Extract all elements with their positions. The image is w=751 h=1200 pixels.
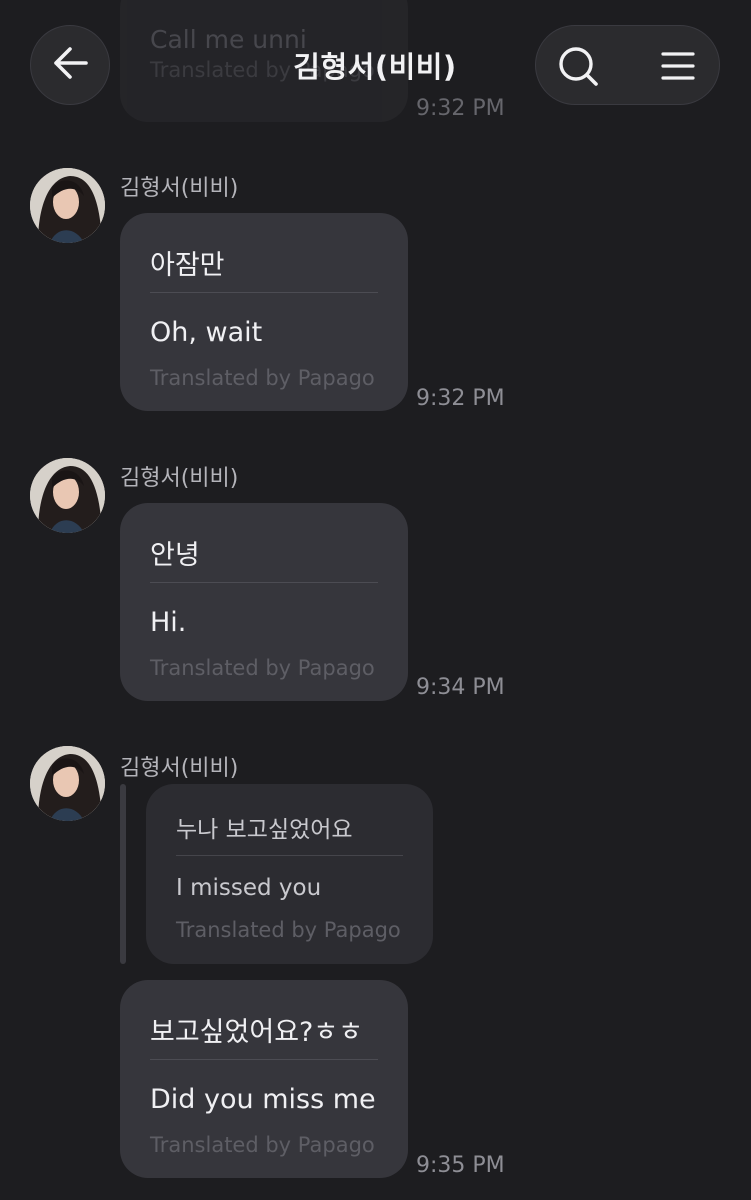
quoted-translated-text: I missed you [176, 875, 322, 901]
menu-icon[interactable] [657, 45, 699, 87]
quoted-original-text: 누나 보고싶었어요 [176, 817, 353, 843]
arrow-left-icon [50, 43, 90, 87]
chat-screen: Call me unni Translated by Papago 9:32 P… [0, 0, 751, 1200]
chat-title: 김형서(비비) [293, 50, 457, 84]
translated-text: Did you miss me [150, 1084, 376, 1115]
chat-header: 김형서(비비) [0, 0, 751, 132]
back-button[interactable] [30, 25, 110, 105]
quoted-translation-credit: Translated by Papago [176, 918, 401, 942]
original-text: 안녕 [150, 540, 200, 571]
translation-credit: Translated by Papago [150, 366, 375, 390]
divider [150, 1059, 378, 1060]
translation-credit: Translated by Papago [150, 1133, 375, 1157]
divider [150, 292, 378, 293]
divider [176, 855, 403, 856]
message-bubble[interactable]: 보고싶었어요?ㅎㅎ Did you miss me Translated by … [120, 980, 408, 1178]
translated-text: Oh, wait [150, 317, 263, 348]
avatar[interactable] [30, 458, 105, 533]
quote-indicator-bar [120, 784, 126, 964]
message-bubble[interactable]: 아잠만 Oh, wait Translated by Papago [120, 213, 408, 411]
header-actions [535, 25, 720, 105]
message-time: 9:34 PM [416, 675, 505, 700]
translation-credit: Translated by Papago [150, 656, 375, 680]
sender-name: 김형서(비비) [120, 176, 239, 201]
search-icon[interactable] [557, 45, 599, 87]
quoted-message-bubble[interactable]: 누나 보고싶었어요 I missed you Translated by Pap… [146, 784, 433, 964]
translated-text: Hi. [150, 607, 187, 638]
avatar[interactable] [30, 746, 105, 821]
message-time: 9:32 PM [416, 386, 505, 411]
avatar[interactable] [30, 168, 105, 243]
divider [150, 582, 378, 583]
message-time: 9:35 PM [416, 1153, 505, 1178]
sender-name: 김형서(비비) [120, 756, 239, 781]
original-text: 보고싶었어요?ㅎㅎ [150, 1017, 364, 1048]
original-text: 아잠만 [150, 250, 225, 281]
sender-name: 김형서(비비) [120, 466, 239, 491]
message-bubble[interactable]: 안녕 Hi. Translated by Papago [120, 503, 408, 701]
